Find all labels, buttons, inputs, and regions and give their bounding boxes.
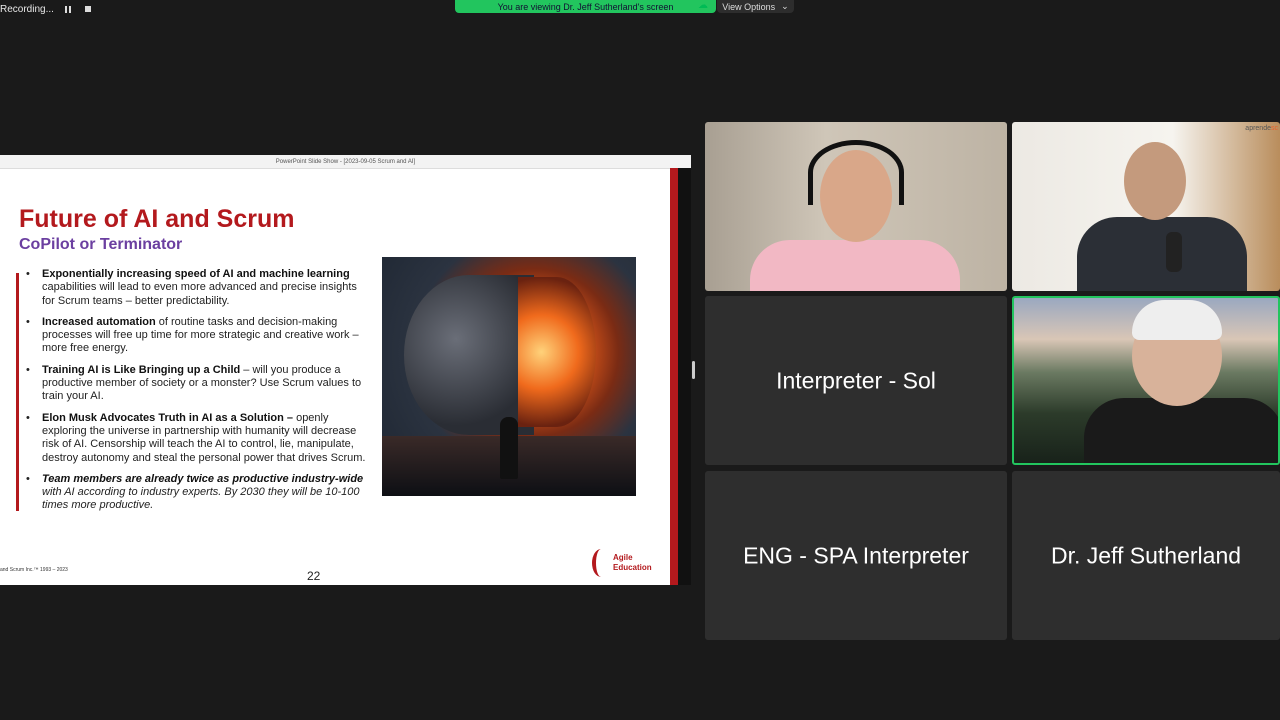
list-item: Increased automation of routine tasks an…	[26, 316, 366, 356]
bullet-accent-line	[16, 273, 19, 511]
shirt	[1084, 398, 1278, 463]
slide-accent-bar	[670, 168, 678, 585]
video-tile-active-speaker[interactable]	[1012, 296, 1280, 465]
video-tile-jeff-sutherland[interactable]: Dr. Jeff Sutherland	[1012, 471, 1280, 640]
slide-title: Future of AI and Scrum	[19, 205, 295, 233]
slide-page-number: 22	[307, 569, 321, 583]
video-tile-participant-2[interactable]: aprendesc	[1012, 122, 1280, 291]
slide-subtitle: CoPilot or Terminator	[19, 236, 183, 253]
agile-education-logo: Agile Education	[592, 549, 652, 577]
stop-icon[interactable]	[82, 3, 94, 15]
planet-fire-half	[518, 277, 596, 427]
recording-indicator: Recording...	[0, 0, 94, 18]
participant-name: ENG - SPA Interpreter	[743, 542, 969, 568]
logo-mark	[592, 549, 610, 577]
pause-icon[interactable]	[62, 3, 74, 15]
slide-edge	[678, 168, 691, 585]
shared-screen: PowerPoint Slide Show - [2023-09-05 Scru…	[0, 155, 691, 585]
view-options-button[interactable]: View Options ⌄	[717, 0, 794, 13]
recording-label: Recording...	[0, 3, 54, 15]
share-banner-text: You are viewing Dr. Jeff Sutherland's sc…	[497, 1, 674, 12]
screen-share-banner: You are viewing Dr. Jeff Sutherland's sc…	[455, 0, 716, 13]
chevron-down-icon: ⌄	[781, 1, 789, 11]
shirt	[750, 240, 960, 291]
planet-dark-half	[404, 275, 534, 435]
video-tile-interpreter-sol[interactable]: Interpreter - Sol	[705, 296, 1007, 465]
hair	[1132, 300, 1222, 340]
cloud-icon: ☁	[698, 0, 708, 11]
slide-image	[382, 257, 636, 496]
video-tile-participant-1[interactable]	[705, 122, 1007, 291]
background-logo: aprendesc	[1245, 125, 1278, 132]
microphone-icon	[1166, 232, 1182, 272]
slide-footer-copyright: and Scrum Inc.™ 1993 – 2023	[0, 567, 68, 573]
headphones-icon	[808, 140, 904, 205]
slideshow-title-bar: PowerPoint Slide Show - [2023-09-05 Scru…	[0, 155, 691, 169]
view-options-label: View Options	[722, 1, 776, 12]
list-item: Exponentially increasing speed of AI and…	[26, 268, 366, 308]
video-tile-eng-spa-interpreter[interactable]: ENG - SPA Interpreter	[705, 471, 1007, 640]
participant-name: Interpreter - Sol	[776, 367, 936, 393]
participant-name: Dr. Jeff Sutherland	[1050, 542, 1242, 568]
face	[1124, 142, 1186, 220]
split-view-handle[interactable]	[692, 361, 695, 379]
list-item: Team members are already twice as produc…	[26, 473, 366, 513]
slideshow-title: PowerPoint Slide Show - [2023-09-05 Scru…	[275, 158, 416, 165]
bullet-list: Exponentially increasing speed of AI and…	[26, 268, 366, 521]
list-item: Training AI is Like Bringing up a Child …	[26, 364, 366, 404]
jacket	[1077, 217, 1247, 291]
astronaut-figure	[500, 417, 518, 479]
list-item: Elon Musk Advocates Truth in AI as a Sol…	[26, 412, 366, 465]
